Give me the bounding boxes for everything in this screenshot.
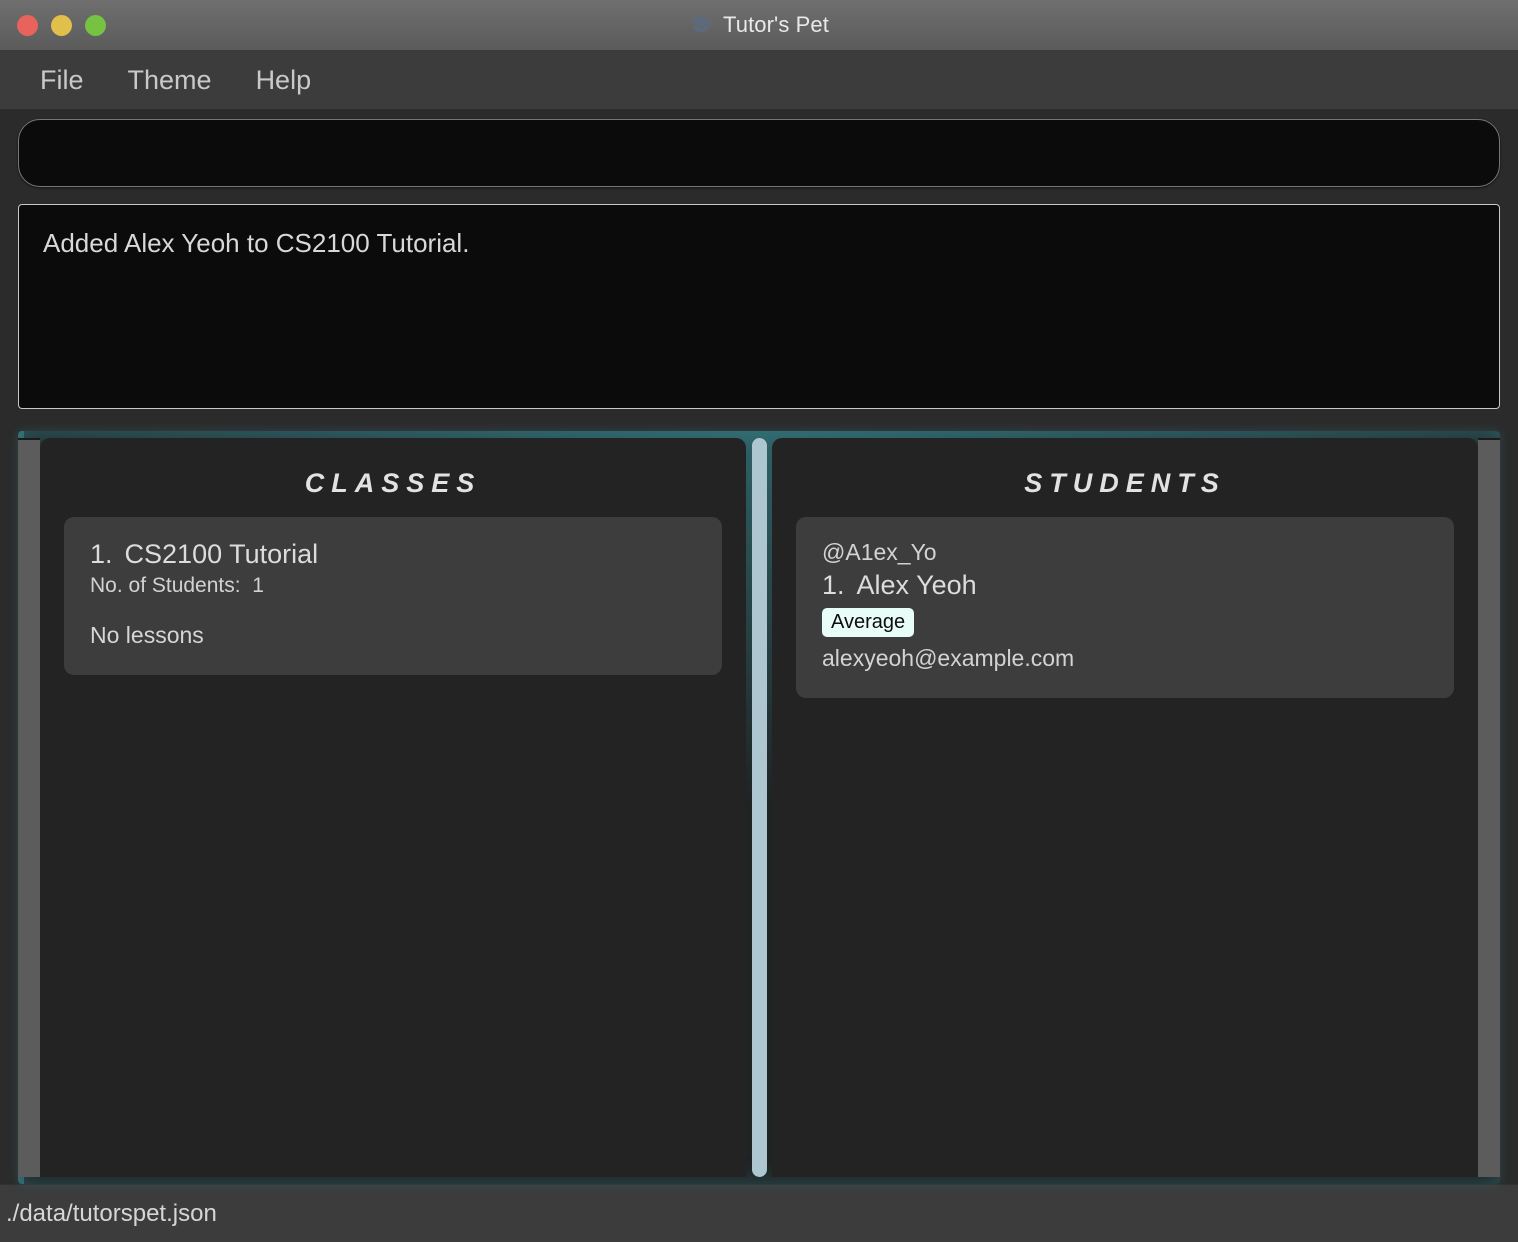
command-input[interactable]	[41, 138, 1477, 168]
minimize-button[interactable]	[51, 14, 72, 36]
student-card-email: alexyeoh@example.com	[822, 645, 1075, 671]
students-list[interactable]: @A1ex_Yo 1. Alex Yeoh Average alexyeoh@ex…	[772, 517, 1478, 1177]
students-panel-title: STUDENTS	[1024, 468, 1226, 498]
status-bar-file-path: ./data/tutorspet.json	[6, 1199, 217, 1227]
student-card-handle: @A1ex_Yo	[822, 539, 937, 565]
menu-help[interactable]: Help	[238, 61, 330, 100]
student-card[interactable]: @A1ex_Yo 1. Alex Yeoh Average alexyeoh@ex…	[796, 517, 1454, 698]
menu-file[interactable]: File	[22, 61, 102, 100]
menu-bar: File Theme Help	[0, 51, 1518, 109]
student-card-index: 1.	[822, 570, 845, 600]
splitter-grip[interactable]	[751, 438, 767, 1177]
main-content: Added Alex Yeoh to CS2100 Tutorial. CLAS…	[0, 109, 1518, 1184]
left-edge-strip	[18, 438, 40, 1177]
window-title: Tutor's Pet	[723, 12, 829, 37]
class-card-index: 1.	[90, 539, 113, 569]
menu-theme[interactable]: Theme	[110, 61, 230, 100]
class-card-heading: 1. CS2100 Tutorial	[90, 539, 696, 570]
student-card-name: Alex Yeoh	[856, 570, 977, 600]
class-card-students-label: No. of Students:	[90, 574, 241, 597]
status-bar: ./data/tutorspet.json	[0, 1184, 1518, 1242]
classes-panel-title: CLASSES	[304, 468, 482, 498]
window-title-group: Tutor's Pet	[0, 0, 1518, 50]
split-pane: CLASSES 1. CS2100 Tutorial No. of Student…	[18, 438, 1500, 1177]
split-pane-container: CLASSES 1. CS2100 Tutorial No. of Student…	[18, 431, 1500, 1184]
graduation-cap-icon	[690, 16, 711, 32]
command-box[interactable]	[18, 119, 1500, 187]
result-display-box: Added Alex Yeoh to CS2100 Tutorial.	[18, 204, 1500, 409]
students-panel: STUDENTS @A1ex_Yo 1. Alex Yeoh Average al…	[772, 438, 1478, 1177]
right-edge-strip	[1478, 438, 1500, 1177]
pane-splitter[interactable]	[746, 438, 772, 1177]
classes-panel: CLASSES 1. CS2100 Tutorial No. of Student…	[40, 438, 746, 1177]
student-card-tags: Average	[822, 608, 1428, 637]
window-controls	[0, 14, 106, 36]
title-bar: Tutor's Pet	[0, 0, 1518, 51]
class-card[interactable]: 1. CS2100 Tutorial No. of Students: 1 No …	[64, 517, 722, 675]
classes-list[interactable]: 1. CS2100 Tutorial No. of Students: 1 No …	[40, 517, 746, 1177]
close-button[interactable]	[17, 14, 38, 36]
application-window: Tutor's Pet File Theme Help Added Alex Y…	[0, 0, 1518, 1242]
student-card-heading: 1. Alex Yeoh	[822, 570, 1428, 601]
class-card-students-count: 1	[252, 574, 264, 597]
class-card-students: No. of Students: 1	[90, 574, 696, 598]
class-card-lessons: No lessons	[90, 622, 204, 648]
result-message: Added Alex Yeoh to CS2100 Tutorial.	[43, 228, 470, 258]
zoom-button[interactable]	[85, 14, 106, 36]
class-card-name: CS2100 Tutorial	[124, 539, 319, 569]
student-tag: Average	[822, 608, 915, 637]
